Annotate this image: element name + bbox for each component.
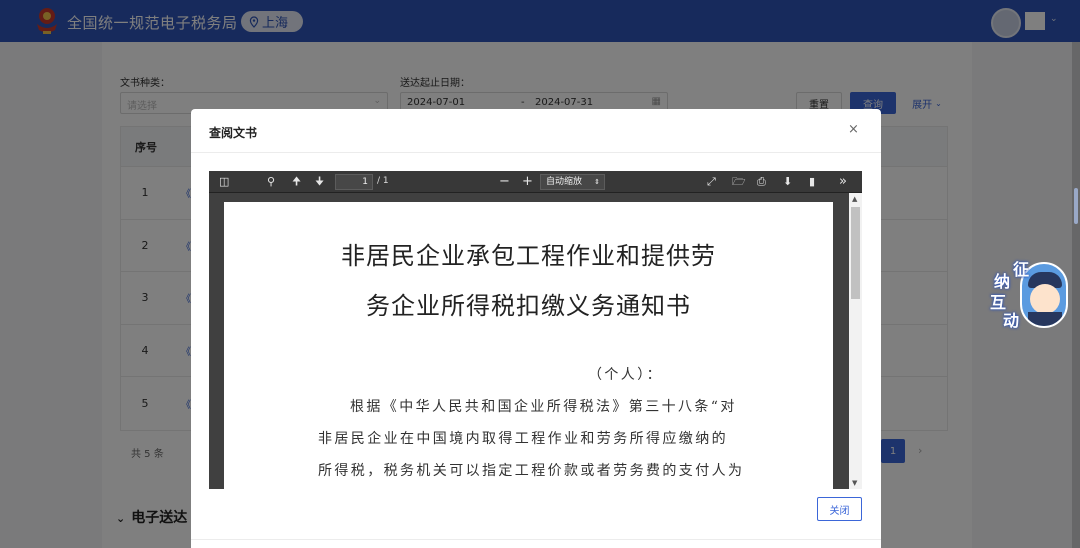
zoom-value: 自动缩放 <box>546 177 583 187</box>
pdf-viewer: ◫ ⚲ 🠉 🠋 1 / 1 − + 自动缩放 ⇕ ⤢ 🗁 ⎙ ⬇ ▮ » 非居民… <box>209 171 862 489</box>
sidebar-toggle-icon[interactable]: ◫ <box>219 174 229 190</box>
close-button[interactable]: 关闭 <box>817 497 862 521</box>
pdf-scrollbar-thumb[interactable] <box>851 207 860 299</box>
prev-page-icon[interactable]: 🠉 <box>292 174 301 190</box>
page-number-input[interactable]: 1 <box>335 174 373 190</box>
open-file-icon[interactable]: 🗁 <box>732 174 746 190</box>
zoom-out-icon[interactable]: − <box>499 174 510 190</box>
document-page: 非居民企业承包工程作业和提供劳 务企业所得税扣缴义务通知书 （个人）： 根据《中… <box>224 202 833 489</box>
bookmark-icon[interactable]: ▮ <box>809 174 815 190</box>
document-body-line-3: 所得税，税务机关可以指定工程价款或者劳务费的支付人为 <box>318 463 745 479</box>
document-viewer-modal: 查阅文书 × ◫ ⚲ 🠉 🠋 1 / 1 − + 自动缩放 ⇕ ⤢ 🗁 ⎙ ⬇ … <box>191 109 881 548</box>
print-icon[interactable]: ⎙ <box>757 174 766 190</box>
document-body-line-2: 非居民企业在中国境内取得工程作业和劳务所得应缴纳的 <box>318 431 728 447</box>
document-title-line-2: 务企业所得税扣缴义务通知书 <box>366 292 691 320</box>
pdf-toolbar: ◫ ⚲ 🠉 🠋 1 / 1 − + 自动缩放 ⇕ ⤢ 🗁 ⎙ ⬇ ▮ » <box>209 171 862 193</box>
assistant-char-1[interactable]: 征 <box>1013 256 1029 280</box>
download-icon[interactable]: ⬇ <box>783 174 792 190</box>
modal-title: 查阅文书 <box>209 126 258 140</box>
zoom-in-icon[interactable]: + <box>522 174 533 190</box>
assistant-char-4[interactable]: 动 <box>1003 307 1019 331</box>
page-scrollbar-thumb[interactable] <box>1074 188 1078 224</box>
page-scrollbar[interactable] <box>1072 42 1080 548</box>
scroll-up-icon[interactable]: ▲ <box>852 195 857 203</box>
presentation-icon[interactable]: ⤢ <box>707 174 716 190</box>
document-body-line-1: 根据《中华人民共和国企业所得税法》第三十八条“对 <box>350 399 737 415</box>
chevron-updown-icon: ⇕ <box>594 178 600 186</box>
search-icon[interactable]: ⚲ <box>267 174 275 190</box>
page-total: / 1 <box>377 176 389 186</box>
close-icon[interactable]: × <box>848 122 859 137</box>
scroll-down-icon[interactable]: ▼ <box>852 479 857 487</box>
next-page-icon[interactable]: 🠋 <box>315 174 324 190</box>
zoom-select[interactable]: 自动缩放 ⇕ <box>540 174 605 190</box>
modal-header: 查阅文书 × <box>191 109 881 153</box>
document-addressee: （个人）： <box>588 367 663 383</box>
pdf-scrollbar[interactable]: ▲ ▼ <box>849 193 862 489</box>
document-title-line-1: 非居民企业承包工程作业和提供劳 <box>341 242 716 270</box>
mascot-face <box>1030 284 1060 314</box>
modal-footer-divider <box>191 539 881 540</box>
more-tools-icon[interactable]: » <box>839 174 847 190</box>
mascot-body <box>1028 312 1062 326</box>
